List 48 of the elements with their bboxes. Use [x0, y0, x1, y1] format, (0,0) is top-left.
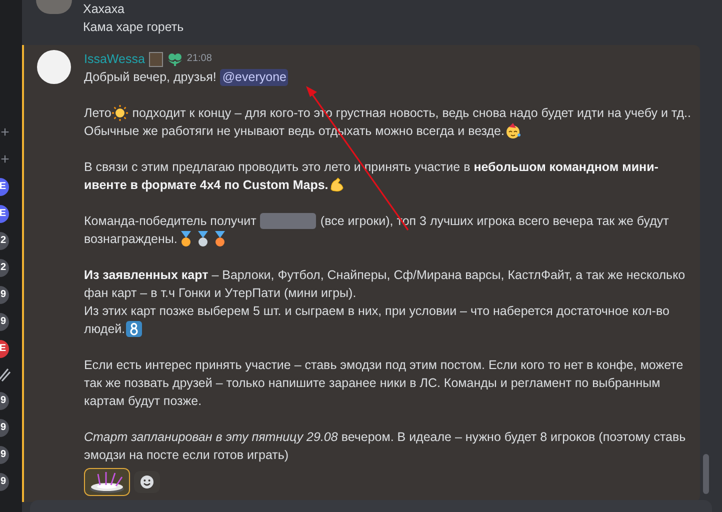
message-text: Хахаха: [83, 1, 126, 18]
server-icon[interactable]: 9: [0, 446, 9, 464]
server-icon[interactable]: E: [0, 205, 9, 223]
message-text: Из этих карт позже выберем 5 шт. и сыграем в них, при условии – что наберется достаточное кол-во: [84, 303, 670, 320]
server-icon[interactable]: E: [0, 178, 9, 196]
message-text: людей.: [84, 321, 126, 338]
spoiler-block[interactable]: [260, 213, 316, 229]
flexed-arm-icon: [329, 177, 346, 193]
add-reaction-button[interactable]: [134, 471, 160, 493]
timestamp: 21:08: [186, 52, 212, 66]
message-text: Кама харе гореть: [83, 19, 184, 36]
role-icon: [148, 52, 163, 66]
message-text: В связи с этим предлагаю проводить это лето и принять участие в небольшом командном мини-: [84, 159, 658, 176]
message-text: Добрый вечер, друзья!: [84, 69, 216, 86]
username[interactable]: IssaWessa: [84, 50, 145, 68]
sun-icon: [112, 105, 128, 121]
keycap-icon: [126, 321, 142, 337]
mention-link[interactable]: @everyone: [220, 68, 288, 86]
slash-icon: [0, 367, 11, 383]
reaction-button[interactable]: [84, 468, 130, 496]
server-icon[interactable]: 2: [0, 259, 9, 277]
glowing-ring-icon: [87, 470, 127, 494]
add-server-button[interactable]: +: [0, 124, 10, 142]
message-text: ивенте в формате 4x4 по Custom Maps.: [84, 177, 328, 194]
server-icon[interactable]: 9: [0, 392, 9, 410]
message-text: картам будут позже.: [84, 393, 202, 410]
avatar-photo: [36, 0, 72, 14]
message-text: Если есть интерес принять участие – ставь эмодзи под этим постом. Если кого то нет в конфе, можете: [84, 357, 684, 374]
message-text: Команда-победитель получит: [84, 213, 256, 230]
message-text: Старт запланирован в эту пятницу 29.08 вечером. В идеале – нужно будет 8 игроков (поэтому ставь: [84, 429, 686, 446]
server-icon[interactable]: 9: [0, 286, 9, 304]
message-text: фан карт – в т.ч Гонки и УтерПати (мини игры).: [84, 285, 356, 302]
scrollbar-thumb[interactable]: [703, 454, 709, 494]
server-icon[interactable]: E: [0, 340, 9, 358]
message-text: так же позвать друзей – только напишите заранее ники в ЛС. Команды и регламент по выбранным: [84, 375, 660, 392]
message-text: вознаграждены.: [84, 231, 178, 248]
party-face-icon: [505, 123, 522, 139]
message-text: Лето: [84, 105, 112, 122]
server-icon[interactable]: 2: [0, 232, 9, 250]
add-server-button[interactable]: +: [0, 151, 10, 169]
server-icon[interactable]: 9: [0, 473, 9, 491]
smiley-icon: [140, 475, 154, 489]
message-text: Из заявленных карт – Варлоки, Футбол, Снайперы, Сф/Мирана варсы, КастлФайт, а так же несколько: [84, 267, 686, 284]
server-icon[interactable]: 9: [0, 419, 9, 437]
clover-icon: [166, 52, 183, 66]
avatar-icon: [37, 50, 71, 84]
server-icon[interactable]: 9: [0, 313, 9, 331]
message-text: эмодзи на посте если готов играть): [84, 447, 289, 464]
